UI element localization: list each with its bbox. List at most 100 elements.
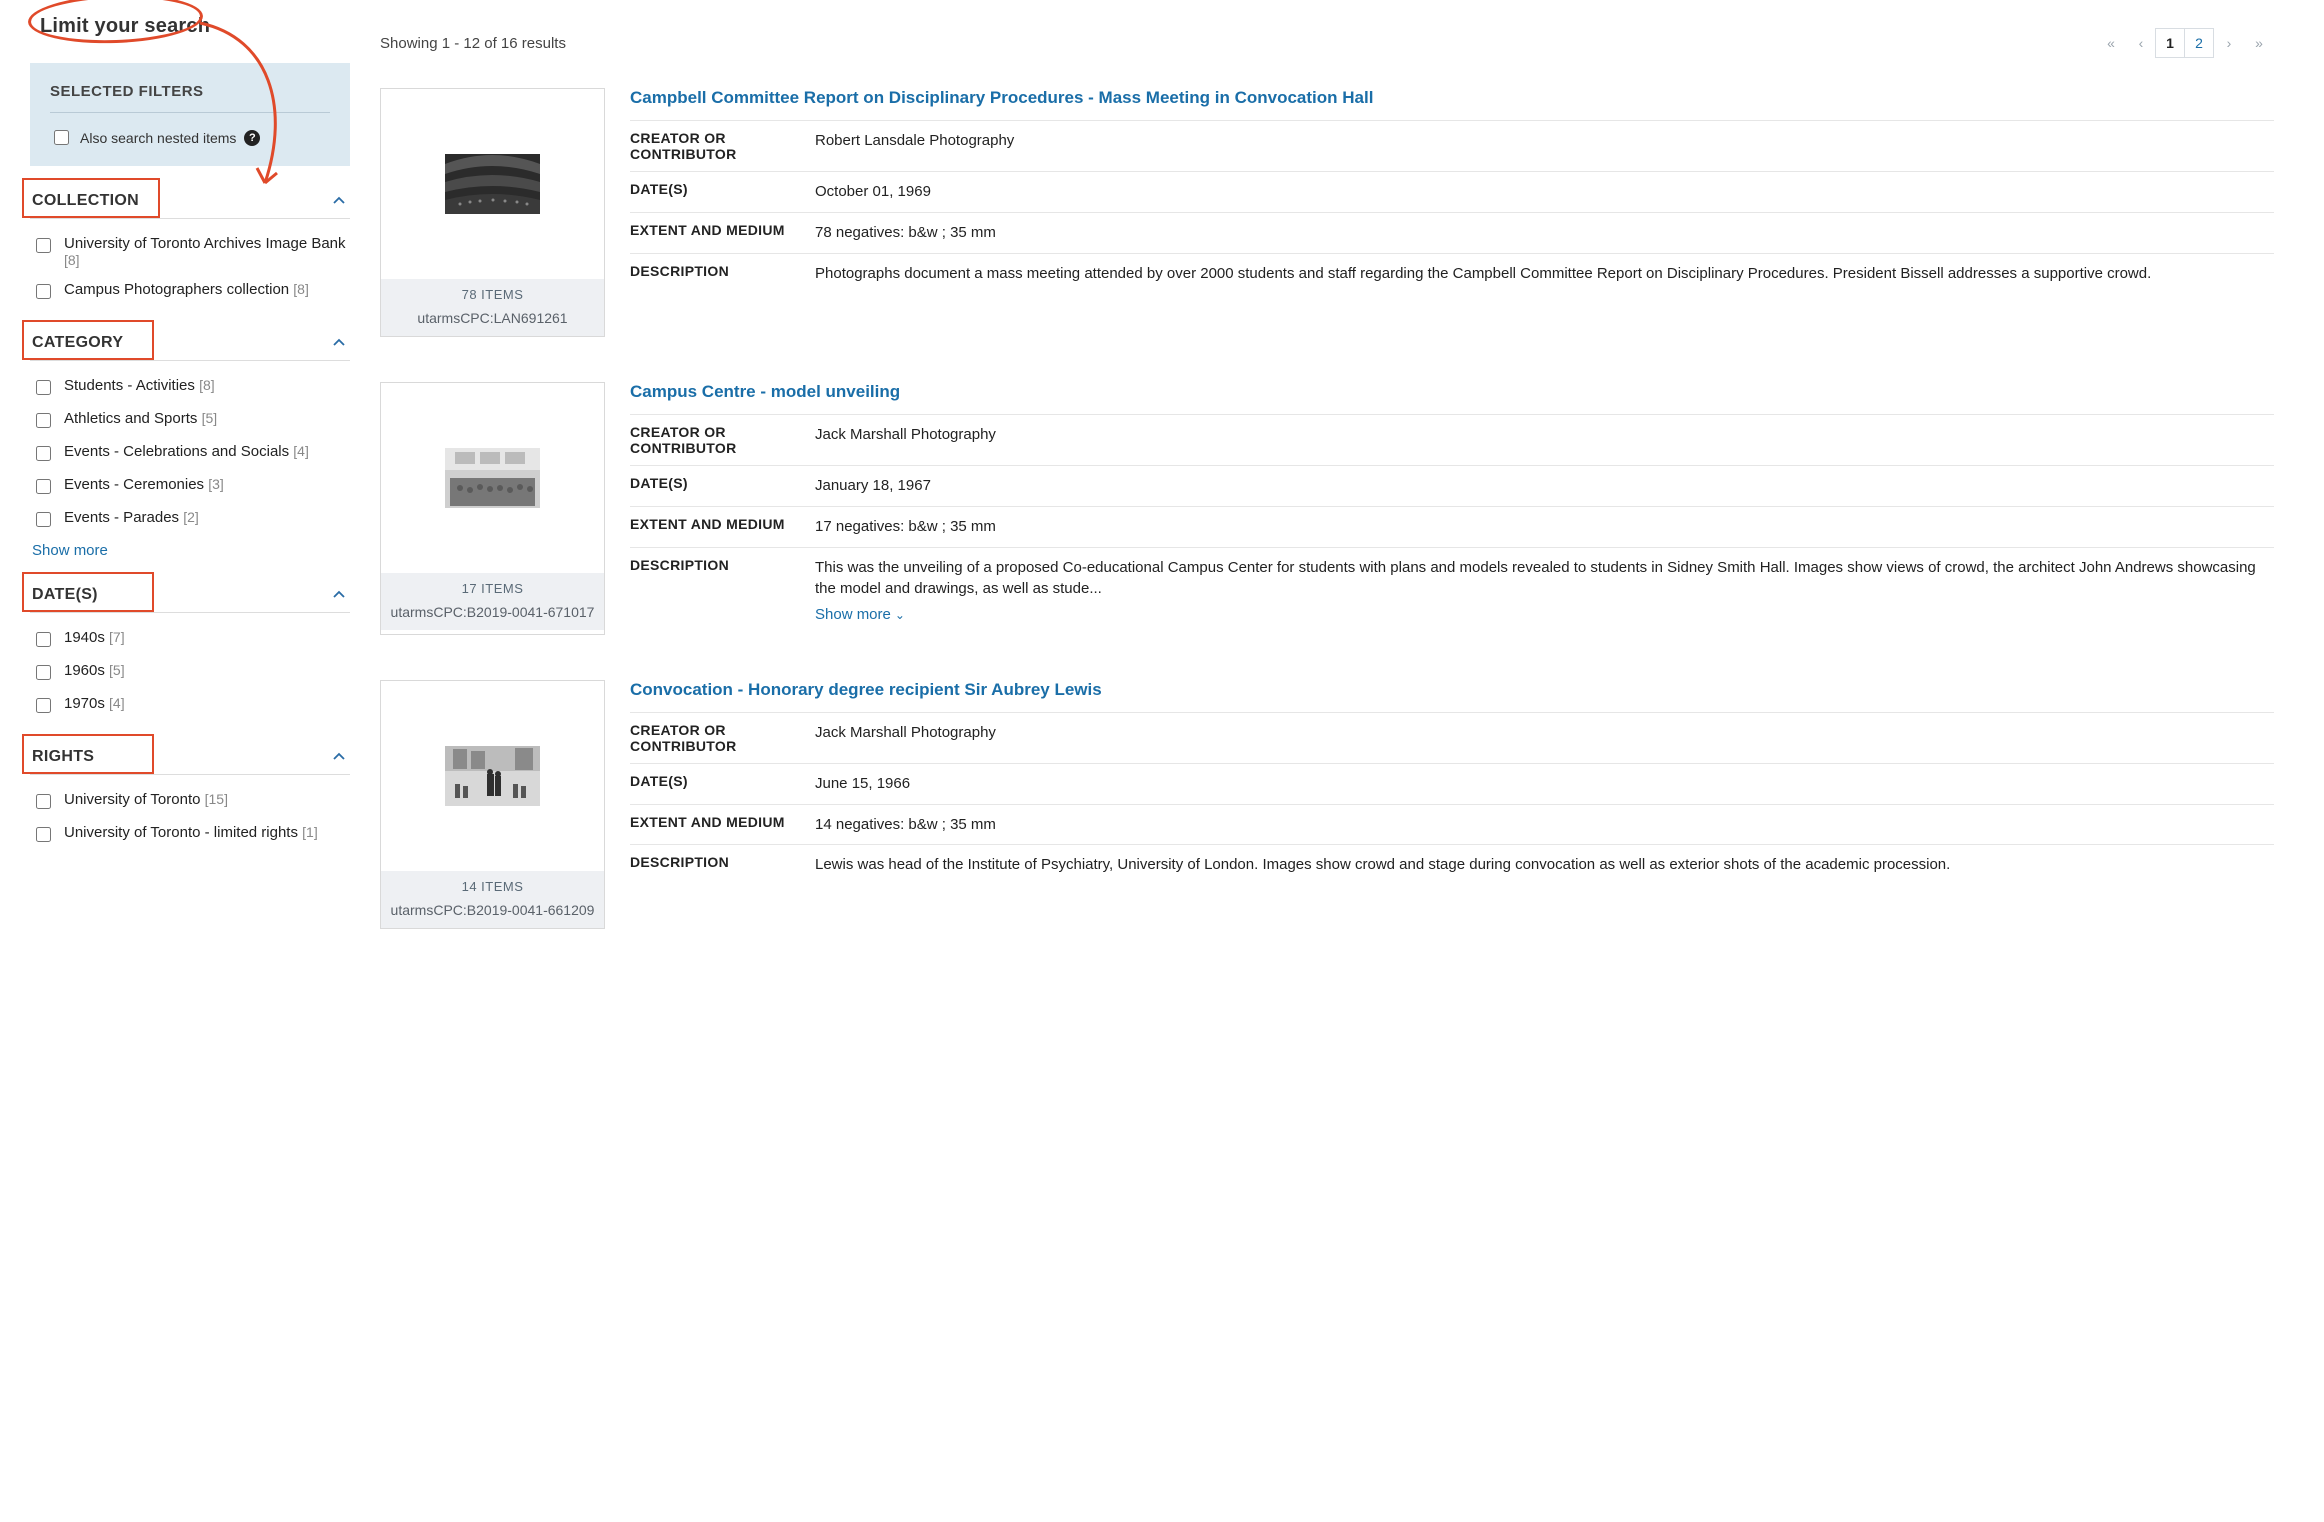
result-body: Campus Centre - model unveiling CREATOR O… (630, 382, 2274, 635)
facet-item[interactable]: Athletics and Sports [5] (30, 404, 350, 437)
facet-item[interactable]: University of Toronto [15] (30, 785, 350, 818)
facet-item[interactable]: University of Toronto - limited rights [… (30, 818, 350, 851)
meta-row: EXTENT AND MEDIUM14 negatives: b&w ; 35 … (630, 804, 2274, 845)
meta-label: DESCRIPTION (630, 263, 815, 285)
facet-checkbox[interactable] (36, 512, 51, 527)
facet-item-count: [7] (109, 629, 125, 645)
facet-section: DATE(S) 1940s [7] 1960s [5] 1970s [4] (30, 578, 350, 722)
result-thumbnail[interactable]: 78 ITEMSutarmsCPC:LAN691261 (380, 88, 605, 337)
nested-items-checkbox[interactable] (54, 130, 69, 145)
facet-item-label: 1960s [5] (64, 662, 125, 679)
results-main: Showing 1 - 12 of 16 results « ‹ 12 › » … (380, 0, 2274, 974)
meta-label: DATE(S) (630, 773, 815, 795)
result-title[interactable]: Convocation - Honorary degree recipient … (630, 680, 2274, 700)
facet-header[interactable]: RIGHTS (30, 740, 350, 775)
meta-label: DATE(S) (630, 475, 815, 497)
facet-item-count: [8] (64, 252, 80, 268)
pager-next[interactable]: › (2214, 28, 2244, 58)
meta-value: This was the unveiling of a proposed Co-… (815, 557, 2274, 626)
meta-value: Jack Marshall Photography (815, 424, 2274, 456)
facet-checkbox[interactable] (36, 446, 51, 461)
thumbnail-id: utarmsCPC:B2019-0041-671017 (387, 604, 598, 620)
facet-title: CATEGORY (32, 334, 123, 352)
pager-prev[interactable]: ‹ (2126, 28, 2156, 58)
facet-item[interactable]: Students - Activities [8] (30, 371, 350, 404)
facet-checkbox[interactable] (36, 794, 51, 809)
facet-item[interactable]: Events - Ceremonies [3] (30, 470, 350, 503)
facet-item-label: Events - Ceremonies [3] (64, 476, 224, 493)
nested-items-row[interactable]: Also search nested items ? (50, 127, 330, 148)
facet-item-count: [5] (109, 662, 125, 678)
meta-value: June 15, 1966 (815, 773, 2274, 795)
facet-item-label: University of Toronto Archives Image Ban… (64, 235, 348, 269)
facet-list: University of Toronto Archives Image Ban… (30, 219, 350, 308)
facet-item-label: University of Toronto - limited rights [… (64, 824, 318, 841)
facet-item[interactable]: 1970s [4] (30, 689, 350, 722)
meta-label: DATE(S) (630, 181, 815, 203)
chevron-down-icon: ⌄ (895, 608, 905, 622)
facet-item[interactable]: Campus Photographers collection [8] (30, 275, 350, 308)
meta-label: EXTENT AND MEDIUM (630, 222, 815, 244)
pager-first[interactable]: « (2096, 28, 2126, 58)
facet-item-count: [4] (109, 695, 125, 711)
result-title[interactable]: Campus Centre - model unveiling (630, 382, 2274, 402)
facet-checkbox[interactable] (36, 284, 51, 299)
description-show-more[interactable]: Show more⌄ (815, 604, 2274, 626)
facet-checkbox[interactable] (36, 479, 51, 494)
facet-header[interactable]: COLLECTION (30, 184, 350, 219)
facet-item[interactable]: Events - Parades [2] (30, 503, 350, 536)
limit-search-title: Limit your search (40, 15, 350, 38)
result-title[interactable]: Campbell Committee Report on Disciplinar… (630, 88, 2274, 108)
facet-item[interactable]: 1960s [5] (30, 656, 350, 689)
facet-item-label: 1940s [7] (64, 629, 125, 646)
facet-item-label: Events - Celebrations and Socials [4] (64, 443, 309, 460)
facets-sidebar: Limit your search SELECTED FILTERS Also … (30, 0, 350, 974)
facet-section: COLLECTION University of Toronto Archives… (30, 184, 350, 308)
meta-value: 78 negatives: b&w ; 35 mm (815, 222, 2274, 244)
facet-checkbox[interactable] (36, 238, 51, 253)
facet-checkbox[interactable] (36, 827, 51, 842)
results-count: Showing 1 - 12 of 16 results (380, 35, 566, 52)
result-thumbnail[interactable]: 14 ITEMSutarmsCPC:B2019-0041-661209 (380, 680, 605, 929)
chevron-up-icon (332, 750, 346, 764)
pager-page[interactable]: 2 (2184, 28, 2214, 58)
meta-label: DESCRIPTION (630, 557, 815, 626)
meta-label: CREATOR OR CONTRIBUTOR (630, 424, 815, 456)
meta-row: EXTENT AND MEDIUM78 negatives: b&w ; 35 … (630, 212, 2274, 253)
pager-last[interactable]: » (2244, 28, 2274, 58)
help-icon[interactable]: ? (244, 130, 260, 146)
facet-checkbox[interactable] (36, 380, 51, 395)
facet-item-count: [1] (302, 824, 318, 840)
facet-checkbox[interactable] (36, 632, 51, 647)
meta-row: CREATOR OR CONTRIBUTORRobert Lansdale Ph… (630, 120, 2274, 171)
pager-page[interactable]: 1 (2155, 28, 2185, 58)
facet-checkbox[interactable] (36, 698, 51, 713)
thumbnail-item-count: 78 ITEMS (387, 287, 598, 302)
facet-item-label: Athletics and Sports [5] (64, 410, 217, 427)
meta-value: January 18, 1967 (815, 475, 2274, 497)
facet-item[interactable]: Events - Celebrations and Socials [4] (30, 437, 350, 470)
facet-show-more[interactable]: Show more (32, 542, 108, 559)
facet-header[interactable]: DATE(S) (30, 578, 350, 613)
facet-item-count: [3] (208, 476, 224, 492)
facet-item[interactable]: University of Toronto Archives Image Ban… (30, 229, 350, 275)
meta-value: 17 negatives: b&w ; 35 mm (815, 516, 2274, 538)
meta-value: 14 negatives: b&w ; 35 mm (815, 814, 2274, 836)
result-thumbnail[interactable]: 17 ITEMS utarmsCPC:B2019-0041-671017 (380, 382, 605, 635)
meta-row: DATE(S)June 15, 1966 (630, 763, 2274, 804)
meta-value: Photographs document a mass meeting atte… (815, 263, 2274, 285)
facet-item-label: Campus Photographers collection [8] (64, 281, 309, 298)
facet-item[interactable]: 1940s [7] (30, 623, 350, 656)
facet-item-count: [8] (293, 281, 309, 297)
chevron-up-icon (332, 336, 346, 350)
facet-checkbox[interactable] (36, 665, 51, 680)
facet-item-label: Students - Activities [8] (64, 377, 215, 394)
facet-item-count: [8] (199, 377, 215, 393)
facet-header[interactable]: CATEGORY (30, 326, 350, 361)
meta-row: DATE(S)October 01, 1969 (630, 171, 2274, 212)
meta-row: DESCRIPTIONPhotographs document a mass m… (630, 253, 2274, 294)
facet-checkbox[interactable] (36, 413, 51, 428)
meta-row: EXTENT AND MEDIUM17 negatives: b&w ; 35 … (630, 506, 2274, 547)
thumbnail-item-count: 17 ITEMS (387, 581, 598, 596)
meta-row: DATE(S)January 18, 1967 (630, 465, 2274, 506)
